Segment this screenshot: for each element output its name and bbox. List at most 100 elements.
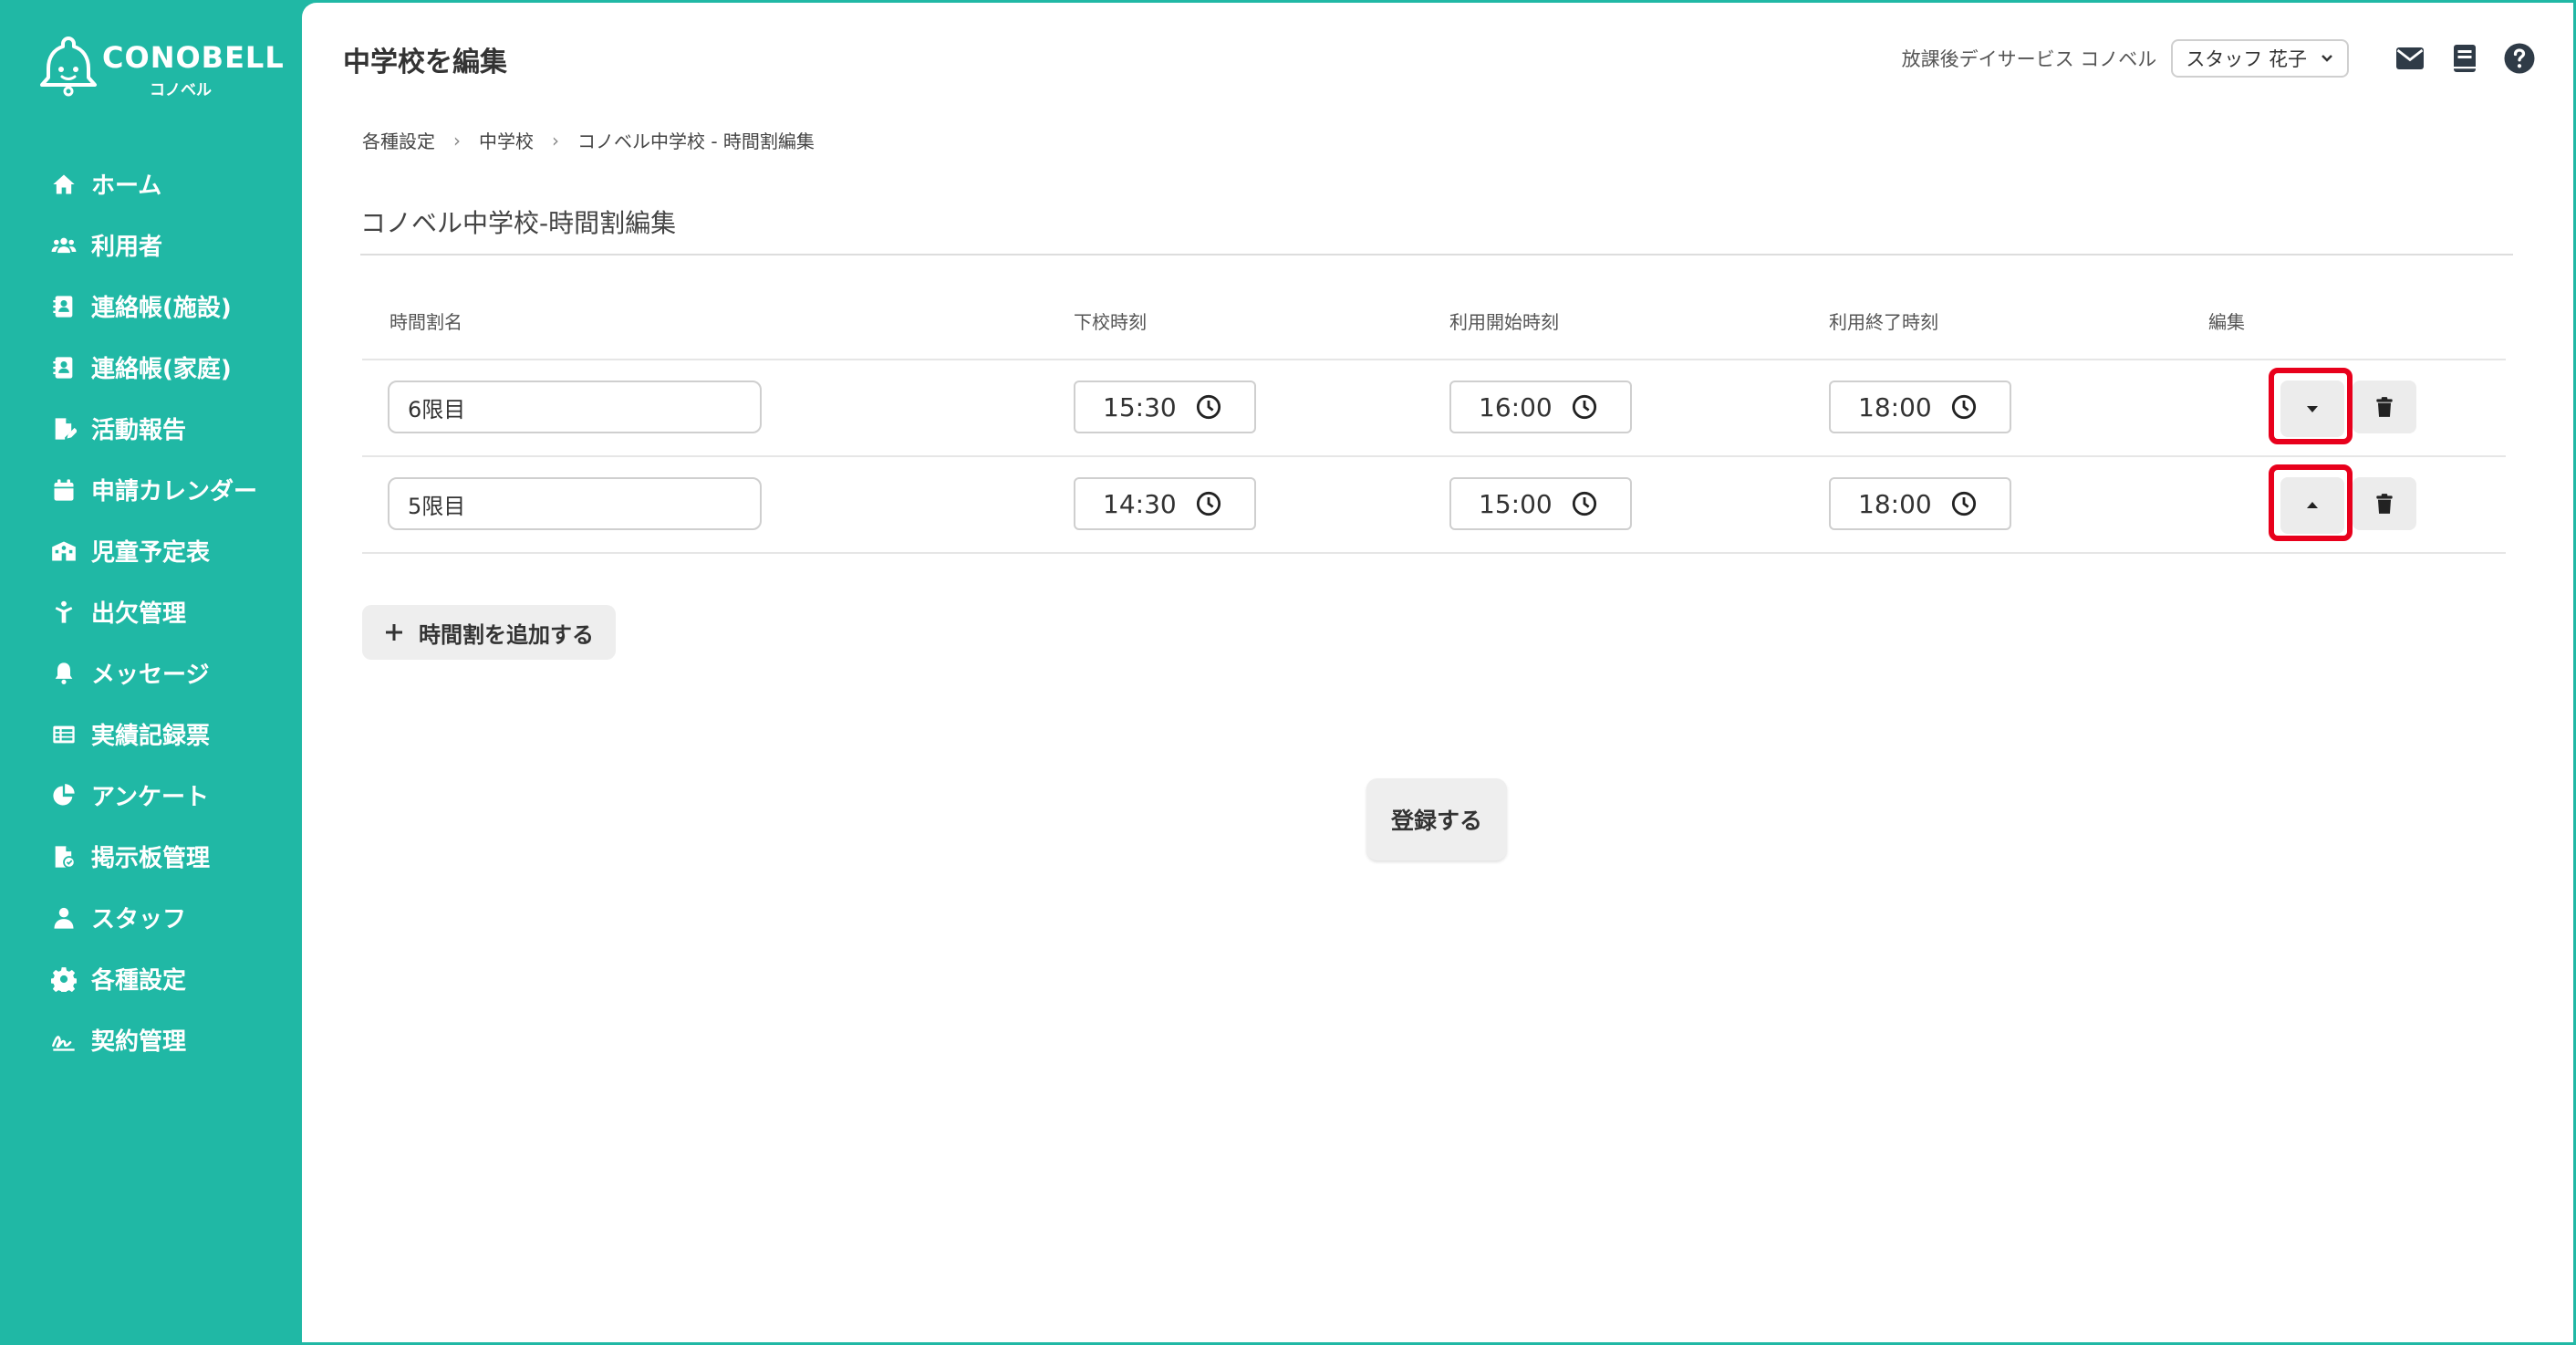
breadcrumb-separator-icon: › — [552, 129, 559, 151]
breadcrumb-item-settings[interactable]: 各種設定 — [362, 127, 435, 153]
clock-icon — [1196, 491, 1221, 516]
dismissal-time-input[interactable]: 15:30 — [1074, 381, 1256, 433]
calendar-icon — [54, 478, 74, 501]
top-bar: 放課後デイサービス コノベル スタッフ 花子 — [1902, 36, 2537, 81]
clock-icon — [1951, 394, 1977, 420]
sidebar-item-users[interactable]: 利用者 — [51, 214, 257, 276]
sidebar-item-label: 連絡帳(家庭) — [91, 356, 232, 383]
trash-icon — [2376, 397, 2393, 417]
contact-book-icon — [53, 295, 73, 318]
sidebar-item-staff[interactable]: スタッフ — [51, 887, 257, 948]
sidebar-item-contract[interactable]: 契約管理 — [51, 1009, 257, 1070]
column-header-dismissal: 下校時刻 — [1074, 311, 1147, 333]
mail-icon — [2396, 47, 2424, 69]
staff-name: スタッフ 花子 — [2186, 48, 2307, 70]
manual-button[interactable] — [2447, 41, 2482, 76]
schedule-icon — [52, 541, 76, 560]
page-title: 中学校を編集 — [343, 47, 507, 78]
trash-icon — [2376, 494, 2393, 514]
table-header: 時間割名 下校時刻 利用開始時刻 利用終了時刻 編集 — [362, 287, 2506, 360]
sidebar-item-label: ホーム — [91, 172, 162, 200]
plus-icon — [386, 624, 402, 641]
facility-name: 放課後デイサービス コノベル — [1901, 48, 2157, 70]
sidebar-item-contact-home[interactable]: 連絡帳(家庭) — [51, 337, 257, 398]
sidebar-item-label: 実績記録票 — [91, 723, 211, 750]
sidebar-item-label: メッセージ — [91, 662, 210, 689]
help-button[interactable] — [2502, 41, 2537, 76]
sidebar-item-calendar[interactable]: 申請カレンダー — [51, 459, 257, 520]
clock-icon — [1196, 394, 1221, 420]
chevron-down-icon — [2322, 55, 2332, 62]
sidebar-item-settings[interactable]: 各種設定 — [51, 948, 257, 1009]
register-button[interactable]: 登録する — [1366, 778, 1507, 860]
add-timetable-label: 時間割を追加する — [419, 621, 594, 648]
section-title: コノベル中学校-時間割編集 — [360, 208, 677, 238]
time-value: 16:00 — [1479, 391, 1553, 422]
sidebar-item-message[interactable]: メッセージ — [51, 642, 257, 704]
timetable-name-input[interactable]: 5限目 — [388, 477, 762, 530]
table-row: 5限目 14:30 15:00 18:00 — [362, 457, 2506, 554]
breadcrumb-item-junior-high[interactable]: 中学校 — [479, 127, 534, 153]
sidebar-item-label: 契約管理 — [91, 1028, 187, 1056]
add-timetable-button[interactable]: 時間割を追加する — [362, 605, 616, 660]
sidebar-item-survey[interactable]: アンケート — [51, 765, 257, 826]
breadcrumb: 各種設定 › 中学校 › コノベル中学校 - 時間割編集 — [362, 127, 815, 153]
board-icon — [55, 845, 76, 869]
sidebar-item-board[interactable]: 掲示板管理 — [51, 826, 257, 887]
delete-button[interactable] — [2353, 381, 2416, 433]
mail-button[interactable] — [2393, 41, 2427, 76]
highlight-box — [2269, 464, 2353, 541]
sidebar: CONOBELL コノベル ホーム 利用者 連絡帳(施設) 連絡帳(家庭) 活動… — [0, 0, 302, 1345]
time-value: 18:00 — [1858, 391, 1932, 422]
sidebar-item-activity-report[interactable]: 活動報告 — [51, 398, 257, 459]
section-divider — [360, 254, 2513, 255]
report-icon — [55, 417, 77, 440]
start-time-input[interactable]: 16:00 — [1449, 381, 1632, 433]
clock-icon — [1572, 394, 1597, 420]
column-header-edit: 編集 — [2208, 311, 2245, 333]
staff-select[interactable]: スタッフ 花子 — [2171, 39, 2349, 78]
sidebar-item-home[interactable]: ホーム — [51, 153, 257, 214]
bell-logo-icon — [40, 36, 97, 97]
sidebar-item-label: 利用者 — [91, 234, 163, 261]
sidebar-item-attendance[interactable]: 出欠管理 — [51, 581, 257, 642]
sidebar-item-record-sheet[interactable]: 実績記録票 — [51, 704, 257, 765]
sidebar-item-label: 出欠管理 — [91, 600, 187, 628]
timetable-name-input[interactable]: 6限目 — [388, 381, 762, 433]
help-icon — [2504, 43, 2535, 74]
time-value: 15:30 — [1103, 391, 1177, 422]
sidebar-item-label: 掲示板管理 — [91, 845, 211, 872]
timetable-table: 時間割名 下校時刻 利用開始時刻 利用終了時刻 編集 6限目 15:30 16:… — [362, 287, 2506, 554]
main-panel: 中学校を編集 放課後デイサービス コノベル スタッフ 花子 各種設定 › 中学校… — [302, 3, 2573, 1342]
end-time-input[interactable]: 18:00 — [1829, 477, 2011, 530]
users-icon — [51, 237, 77, 253]
start-time-input[interactable]: 15:00 — [1449, 477, 1632, 530]
breadcrumb-item-current: コノベル中学校 - 時間割編集 — [577, 130, 815, 152]
logo[interactable]: CONOBELL コノベル — [38, 35, 284, 99]
time-value: 15:00 — [1479, 488, 1553, 519]
column-header-start: 利用開始時刻 — [1449, 311, 1559, 333]
sidebar-item-label: 各種設定 — [91, 967, 187, 995]
sidebar-item-child-schedule[interactable]: 児童予定表 — [51, 520, 257, 581]
breadcrumb-separator-icon: › — [453, 129, 461, 151]
sidebar-item-contact-facility[interactable]: 連絡帳(施設) — [51, 276, 257, 337]
delete-button[interactable] — [2353, 477, 2416, 530]
table-icon — [53, 725, 75, 743]
staff-icon — [54, 907, 74, 929]
home-icon — [53, 174, 75, 193]
brand-sub: コノベル — [150, 81, 212, 99]
sidebar-item-label: 連絡帳(施設) — [91, 295, 232, 322]
clock-icon — [1951, 491, 1977, 516]
gear-icon — [51, 966, 77, 992]
dismissal-time-input[interactable]: 14:30 — [1074, 477, 1256, 530]
end-time-input[interactable]: 18:00 — [1829, 381, 2011, 433]
sidebar-item-label: 活動報告 — [91, 417, 187, 444]
attendance-icon — [55, 600, 73, 623]
sidebar-item-label: 児童予定表 — [91, 539, 211, 567]
contact-book-icon — [53, 356, 73, 379]
sidebar-item-label: スタッフ — [91, 906, 187, 933]
book-icon — [2454, 45, 2476, 72]
time-value: 18:00 — [1858, 488, 1932, 519]
contract-icon — [52, 1035, 75, 1051]
sidebar-item-label: アンケート — [91, 784, 209, 811]
